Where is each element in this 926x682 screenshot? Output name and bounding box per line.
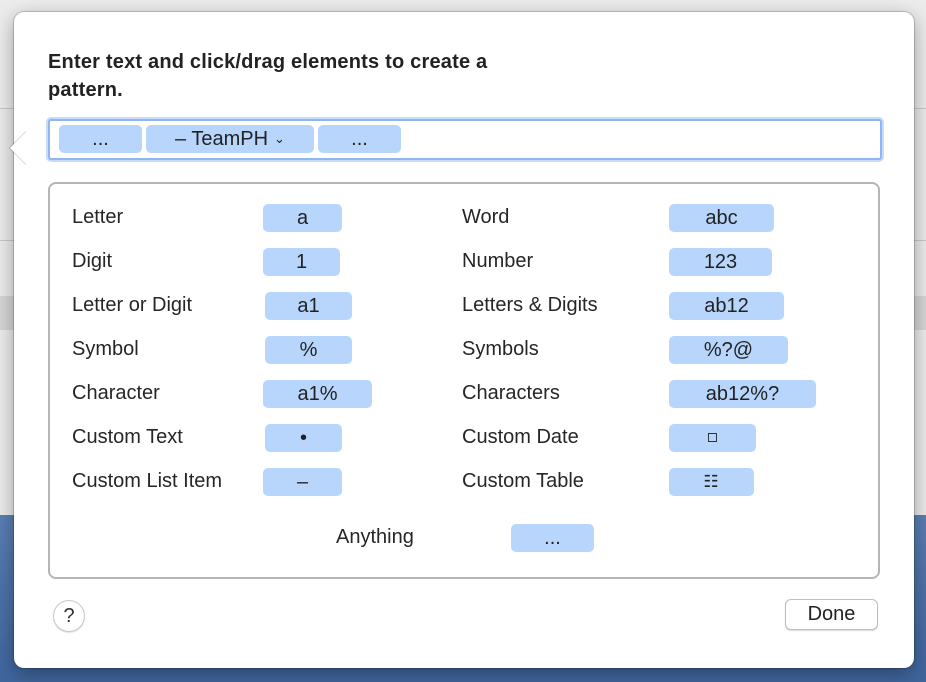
element-chip-custom-text[interactable]: • <box>265 424 342 452</box>
pattern-token[interactable]: ... <box>318 125 401 153</box>
small-square-icon <box>708 433 717 442</box>
element-label-custom-table: Custom Table <box>462 470 584 492</box>
pattern-token[interactable]: ... <box>59 125 142 153</box>
help-button[interactable]: ? <box>53 600 85 632</box>
element-label-word: Word <box>462 206 510 228</box>
element-label-custom-text: Custom Text <box>72 426 183 448</box>
background-row <box>912 296 926 330</box>
dialog-title: Enter text and click/drag elements to cr… <box>48 51 488 101</box>
pattern-input[interactable]: ... – TeamPH ⌄ ... <box>48 119 882 160</box>
element-label-symbols: Symbols <box>462 338 539 360</box>
element-label-letter: Letter <box>72 206 124 228</box>
element-label-character: Character <box>72 382 160 404</box>
element-chip-letters-digits[interactable]: ab12 <box>669 292 784 320</box>
element-palette: Letter a Digit 1 Letter or Digit a1 Symb… <box>48 182 880 579</box>
element-label-digit: Digit <box>72 250 113 272</box>
token-label: – TeamPH <box>175 128 269 150</box>
popover-arrow <box>10 131 44 165</box>
element-label-custom-list-item: Custom List Item <box>72 470 223 492</box>
element-chip-anything[interactable]: ... <box>511 524 594 552</box>
element-label-characters: Characters <box>462 382 560 404</box>
pattern-popover: Enter text and click/drag elements to cr… <box>10 12 914 668</box>
element-chip-symbols[interactable]: %?@ <box>669 336 788 364</box>
element-label-symbol: Symbol <box>72 338 139 360</box>
element-chip-custom-table[interactable]: ☷ <box>669 468 754 496</box>
element-chip-custom-date[interactable] <box>669 424 756 452</box>
element-chip-letter[interactable]: a <box>263 204 342 232</box>
element-label-anything: Anything <box>336 526 414 548</box>
element-chip-letter-or-digit[interactable]: a1 <box>265 292 352 320</box>
element-chip-custom-list-item[interactable]: – <box>263 468 342 496</box>
pattern-token-dropdown[interactable]: – TeamPH ⌄ <box>146 125 314 153</box>
element-chip-symbol[interactable]: % <box>265 336 352 364</box>
element-chip-characters[interactable]: ab12%? <box>669 380 816 408</box>
chevron-down-icon: ⌄ <box>274 131 285 146</box>
element-chip-number[interactable]: 123 <box>669 248 772 276</box>
element-label-custom-date: Custom Date <box>462 426 579 448</box>
token-label: ... <box>92 128 109 150</box>
element-label-number: Number <box>462 250 534 272</box>
element-label-letter-or-digit: Letter or Digit <box>72 294 193 316</box>
element-chip-character[interactable]: a1% <box>263 380 372 408</box>
background-row <box>0 296 14 330</box>
token-label: ... <box>351 128 368 150</box>
done-button[interactable]: Done <box>785 599 878 630</box>
element-chip-word[interactable]: abc <box>669 204 774 232</box>
element-chip-digit[interactable]: 1 <box>263 248 340 276</box>
element-label-letters-digits: Letters & Digits <box>462 294 598 316</box>
